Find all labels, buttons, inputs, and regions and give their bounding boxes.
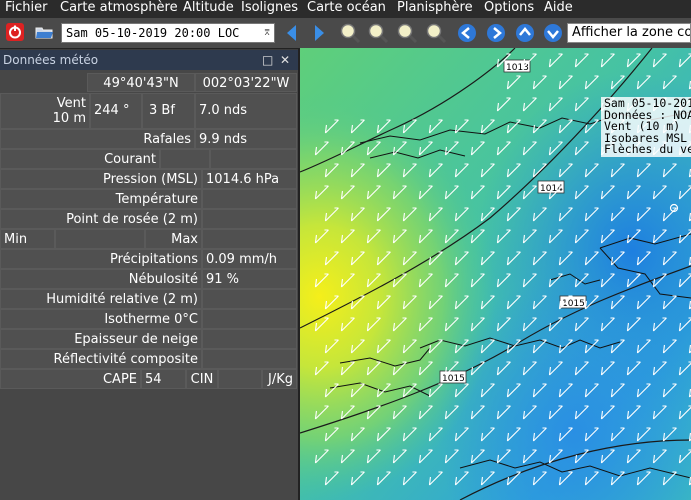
float-panel-icon[interactable]: □ bbox=[262, 50, 273, 70]
cape-label: CAPE bbox=[0, 369, 141, 389]
power-icon bbox=[6, 23, 24, 41]
wind-direction: 244 ° bbox=[90, 93, 142, 129]
zoom-fit-icon bbox=[397, 23, 418, 44]
menu-aide[interactable]: Aide bbox=[544, 0, 573, 15]
current-label: Courant bbox=[0, 149, 160, 169]
panel-title-bar: Données météo □ ✕ bbox=[0, 50, 298, 70]
isobar-label-1015-a: 1015 bbox=[562, 299, 585, 309]
date-value: Sam 05-10-2019 20:00 LOC bbox=[66, 26, 240, 40]
folder-icon bbox=[35, 27, 53, 39]
dew-point-value bbox=[202, 209, 297, 229]
menu-bar: Fichier Carte atmosphère Altitude Isolig… bbox=[0, 0, 691, 18]
menu-carte-ocean[interactable]: Carte océan bbox=[307, 0, 386, 15]
max-label: Max bbox=[145, 229, 202, 249]
previous-date-button[interactable] bbox=[282, 22, 304, 44]
humidity-value bbox=[202, 289, 297, 309]
panel-title: Données météo bbox=[3, 53, 99, 67]
zoom-world-button[interactable] bbox=[425, 22, 447, 44]
pan-right-button[interactable] bbox=[485, 22, 507, 44]
map-info-box: Sam 05-10-2019 20:00 LOCDonnées : NOAA-G… bbox=[601, 97, 691, 157]
latitude-value: 49°40'43"N bbox=[87, 73, 195, 92]
current-speed-value bbox=[210, 149, 297, 169]
isotherm-value bbox=[202, 309, 297, 329]
show-zone-field[interactable]: Afficher la zone cou bbox=[567, 23, 691, 43]
zoom-world-icon bbox=[426, 23, 447, 44]
cin-label: CIN bbox=[186, 369, 218, 389]
circle-arrow-left-icon bbox=[458, 24, 476, 42]
menu-carte-atmosphere[interactable]: Carte atmosphère bbox=[60, 0, 178, 15]
cape-value: 54 bbox=[141, 369, 186, 389]
min-value bbox=[55, 229, 145, 249]
precipitation-value: 0.09 mm/h bbox=[202, 249, 297, 269]
min-label: Min bbox=[0, 229, 55, 249]
gust-label: Rafales bbox=[0, 129, 195, 149]
pan-left-button[interactable] bbox=[456, 22, 478, 44]
reflectivity-value bbox=[202, 349, 297, 369]
pan-down-button[interactable] bbox=[542, 22, 564, 44]
wind-label-cell: Vent 10 m bbox=[0, 93, 90, 129]
wind-altitude: 10 m bbox=[52, 111, 86, 126]
snow-depth-value bbox=[202, 329, 297, 349]
longitude-value: 002°03'22"W bbox=[195, 73, 297, 92]
menu-fichier[interactable]: Fichier bbox=[5, 0, 48, 15]
cape-unit: J/Kg bbox=[262, 369, 297, 389]
weather-map[interactable]: 1013 1014 1015 1015 Sam 05-10-2019 20:00… bbox=[300, 48, 691, 500]
quit-button[interactable] bbox=[5, 22, 27, 44]
pressure-value: 1014.6 hPa bbox=[202, 169, 297, 189]
wind-beaufort: 3 Bf bbox=[142, 93, 195, 129]
close-panel-icon[interactable]: ✕ bbox=[280, 50, 290, 70]
menu-planisphere[interactable]: Planisphère bbox=[397, 0, 473, 15]
menu-altitude[interactable]: Altitude bbox=[183, 0, 234, 15]
max-value bbox=[202, 229, 297, 249]
cin-value bbox=[218, 369, 262, 389]
arrow-left-icon bbox=[287, 25, 296, 41]
circle-arrow-right-icon bbox=[487, 24, 505, 42]
gust-value: 9.9 nds bbox=[195, 129, 297, 149]
reflectivity-label: Réflectivité composite bbox=[0, 349, 202, 369]
info-line-arrows: Flèches du vent (10 m) bbox=[604, 142, 691, 156]
circle-arrow-down-icon bbox=[544, 24, 562, 42]
arrow-right-icon bbox=[315, 25, 324, 41]
zoom-out-icon bbox=[368, 23, 389, 44]
zoom-fit-button[interactable] bbox=[396, 22, 418, 44]
menu-isolignes[interactable]: Isolignes bbox=[241, 0, 298, 15]
wind-speed: 7.0 nds bbox=[195, 93, 297, 129]
current-dir-value bbox=[160, 149, 210, 169]
dropdown-arrow-icon: ⌆ bbox=[263, 27, 270, 38]
pressure-label: Pression (MSL) bbox=[0, 169, 202, 189]
isobar-label-1015-b: 1015 bbox=[442, 374, 465, 384]
zoom-out-button[interactable] bbox=[367, 22, 389, 44]
isotherm-label: Isotherme 0°C bbox=[0, 309, 202, 329]
date-select[interactable]: Sam 05-10-2019 20:00 LOC ⌆ bbox=[61, 23, 275, 43]
snow-depth-label: Epaisseur de neige bbox=[0, 329, 202, 349]
cloud-cover-label: Nébulosité bbox=[0, 269, 202, 289]
pan-up-button[interactable] bbox=[514, 22, 536, 44]
menu-options[interactable]: Options bbox=[484, 0, 534, 15]
zoom-in-icon bbox=[340, 23, 361, 44]
weather-data-panel: Données météo □ ✕ 49°40'43"N 002°03'22"W… bbox=[0, 50, 298, 500]
temperature-label: Température bbox=[0, 189, 202, 209]
open-file-button[interactable] bbox=[34, 22, 56, 44]
dew-point-label: Point de rosée (2 m) bbox=[0, 209, 202, 229]
humidity-label: Humidité relative (2 m) bbox=[0, 289, 202, 309]
next-date-button[interactable] bbox=[309, 22, 331, 44]
circle-arrow-up-icon bbox=[516, 24, 534, 42]
zoom-in-button[interactable] bbox=[339, 22, 361, 44]
cloud-cover-value: 91 % bbox=[202, 269, 297, 289]
precipitation-label: Précipitations bbox=[0, 249, 202, 269]
wind-label: Vent bbox=[56, 96, 86, 111]
temperature-value bbox=[202, 189, 297, 209]
